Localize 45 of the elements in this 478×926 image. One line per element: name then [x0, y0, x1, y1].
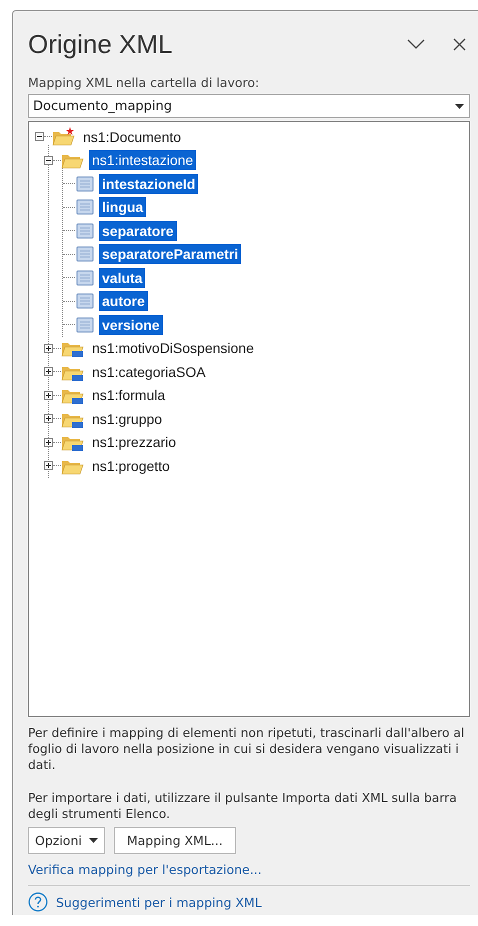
tree-item[interactable]: separatore — [99, 220, 177, 241]
collapse-icon[interactable] — [35, 132, 44, 142]
mapping-button[interactable]: Mapping XML... — [114, 827, 236, 854]
expand-icon[interactable] — [44, 344, 53, 353]
tree-item[interactable]: lingua — [99, 197, 146, 218]
tree-item[interactable]: ns1:gruppo — [89, 408, 166, 429]
close-icon[interactable] — [453, 38, 466, 50]
caret-icon[interactable] — [455, 104, 464, 108]
tree-item[interactable]: autore — [99, 291, 148, 312]
hint-text: Per definire i mapping di elementi non ripetuti, trascinarli dall'albero al foglio di lavoro nella posizione in cui si desidera vengano visualizzati i dati. — [28, 725, 466, 773]
expand-icon[interactable] — [44, 390, 53, 400]
pane-title: Origine XML — [28, 28, 174, 60]
tree-item[interactable]: ns1:intestazione — [89, 150, 196, 170]
tree-item[interactable]: separatoreParametri — [99, 244, 242, 264]
tree-item[interactable]: valuta — [99, 268, 146, 288]
element-icon — [75, 268, 95, 287]
element-icon — [75, 292, 95, 310]
collapse-icon[interactable] — [44, 156, 53, 165]
element-icon — [75, 222, 95, 240]
folder-star-icon — [52, 126, 76, 147]
caret-icon — [88, 838, 98, 843]
hint-text: Per importare i dati, utilizzare il pulsante Importa dati XML sulla barra degli strumenti Elenco. — [28, 790, 458, 822]
element-icon — [75, 245, 95, 264]
mapping-dropdown[interactable]: Documento_mapping — [28, 94, 470, 118]
tree-item[interactable]: ns1:formula — [89, 385, 168, 406]
tree-item[interactable]: ns1:categoriaSOA — [89, 362, 209, 382]
help-icon[interactable] — [28, 892, 48, 912]
field-label: Mapping XML nella cartella di lavoro: — [28, 75, 260, 90]
element-icon — [75, 316, 95, 334]
tree-item[interactable]: ns1:progetto — [89, 456, 173, 476]
expand-icon[interactable] — [44, 414, 53, 424]
element-icon — [75, 198, 95, 216]
element-icon — [75, 174, 95, 193]
tree-item[interactable]: intestazioneId — [99, 174, 198, 194]
expand-icon[interactable] — [44, 461, 53, 470]
tree-item[interactable]: ns1:prezzario — [89, 432, 180, 452]
tree-item[interactable]: ns1:Documento — [80, 126, 184, 147]
tree-item[interactable]: ns1:motivoDiSospensione — [89, 338, 257, 358]
tree-item[interactable]: versione — [99, 314, 163, 335]
chevron-down-icon[interactable] — [407, 39, 425, 49]
expand-icon[interactable] — [44, 367, 53, 376]
help-link[interactable]: Suggerimenti per i mapping XML — [56, 894, 262, 910]
expand-icon[interactable] — [44, 438, 53, 447]
options-button[interactable]: Opzioni — [28, 827, 105, 854]
verify-link[interactable]: Verifica mapping per l'esportazione... — [28, 862, 470, 877]
